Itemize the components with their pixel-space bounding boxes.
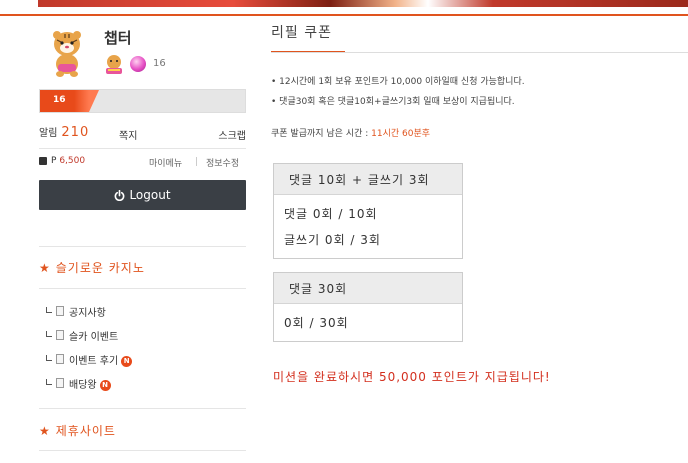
xp-progress-bar: 16: [39, 89, 246, 113]
top-banner-image: [38, 0, 688, 7]
new-badge: N: [121, 356, 133, 367]
logout-label: Logout: [129, 188, 171, 202]
coupon-notes: • 12시간에 1회 보유 포인트가 10,000 이하일때 신청 가능합니다.…: [271, 72, 525, 112]
menu-item-label: 공지사항: [69, 308, 106, 319]
menu-item-event[interactable]: 슬카 이벤트: [46, 328, 246, 352]
tree-branch-icon: [46, 355, 52, 361]
divider: [196, 157, 197, 166]
menu-item-label: 이벤트 후기: [69, 356, 119, 367]
sidebar: 챕터 16 16 알림210 쪽지 스크랩 P 6,500 마이메뉴 정보수정: [39, 16, 246, 451]
user-stats: 알림 210 쪽지 스크랩: [39, 122, 246, 142]
divider: [271, 52, 688, 53]
new-badge: N: [99, 380, 111, 391]
mission-box-header: 댓글 10회 + 글쓰기 3회: [274, 164, 462, 195]
xp-level-text: 16: [53, 95, 66, 105]
avatar: [53, 31, 81, 77]
level-badge-icon: [106, 55, 122, 74]
mission-progress-comment: 0회 / 30회: [284, 316, 349, 330]
alarm-count: 210: [61, 125, 90, 140]
casino-menu: 공지사항 슬카 이벤트 이벤트 후기 N 배당왕 N: [46, 304, 246, 400]
power-icon: [115, 189, 125, 201]
document-icon: [56, 354, 64, 364]
profile-panel: 챕터 16: [39, 16, 246, 88]
divider: [39, 450, 246, 451]
scrap-link[interactable]: 스크랩: [218, 127, 246, 142]
remaining-time-label: 쿠폰 발급까지 남은 시간 :: [271, 129, 372, 139]
divider: [39, 408, 246, 409]
tree-branch-icon: [46, 379, 52, 385]
wallet-icon: [39, 157, 47, 165]
casino-section-title[interactable]: ★ 슬기로운 카지노: [39, 259, 145, 276]
document-icon: [56, 378, 64, 388]
menu-item-event-review[interactable]: 이벤트 후기 N: [46, 352, 246, 376]
star-icon: ★: [39, 261, 51, 275]
menu-item-dividend-king[interactable]: 배당왕 N: [46, 376, 246, 400]
note-line: • 댓글30회 혹은 댓글10회+글쓰기3회 일때 보상이 지급됩니다.: [271, 97, 515, 107]
alarm-link[interactable]: 알림 210: [39, 124, 89, 140]
divider: [39, 288, 246, 289]
document-icon: [56, 306, 64, 316]
mission-reward-text: 미션을 완료하시면 50,000 포인트가 지급됩니다!: [273, 370, 551, 384]
message-link[interactable]: 쪽지: [119, 127, 137, 142]
tree-branch-icon: [46, 331, 52, 337]
alarm-label: 알림: [39, 128, 58, 139]
partner-section-label: 제휴사이트: [55, 424, 116, 438]
divider: [39, 148, 246, 149]
mission-box-header: 댓글 30회: [274, 273, 462, 304]
logout-button[interactable]: Logout: [39, 180, 246, 210]
note-line: • 12시간에 1회 보유 포인트가 10,000 이하일때 신청 가능합니다.: [271, 77, 525, 87]
my-menu-link[interactable]: 마이메뉴: [149, 156, 182, 169]
nickname: 챕터: [104, 29, 132, 47]
mission-box-comment: 댓글 30회 0회 / 30회: [273, 272, 463, 342]
page-title: 리필 쿠폰: [271, 25, 332, 41]
point-prefix: P: [51, 156, 57, 166]
document-icon: [56, 330, 64, 340]
divider: [39, 246, 246, 247]
mission-box-comment-post: 댓글 10회 + 글쓰기 3회 댓글 0회 / 10회 글쓰기 0회 / 3회: [273, 163, 463, 259]
point-balance: P 6,500: [51, 156, 85, 166]
remaining-time-value: 11시간 60분후: [371, 129, 431, 139]
menu-item-label: 슬카 이벤트: [69, 332, 119, 343]
partner-section-title[interactable]: ★ 제휴사이트: [39, 422, 116, 439]
point-value: 6,500: [59, 156, 86, 166]
tree-branch-icon: [46, 307, 52, 313]
level-number: 16: [153, 58, 166, 69]
menu-item-label: 배당왕: [69, 380, 97, 391]
star-icon: ★: [39, 424, 51, 438]
casino-section-label: 슬기로운 카지노: [55, 261, 145, 275]
gem-icon: [130, 56, 146, 72]
mission-progress-post: 글쓰기 0회 / 3회: [284, 233, 381, 247]
remaining-time: 쿠폰 발급까지 남은 시간 : 11시간 60분후: [271, 126, 430, 139]
edit-info-link[interactable]: 정보수정: [206, 156, 239, 169]
menu-item-notice[interactable]: 공지사항: [46, 304, 246, 328]
mission-progress-comment: 댓글 0회 / 10회: [284, 207, 378, 221]
